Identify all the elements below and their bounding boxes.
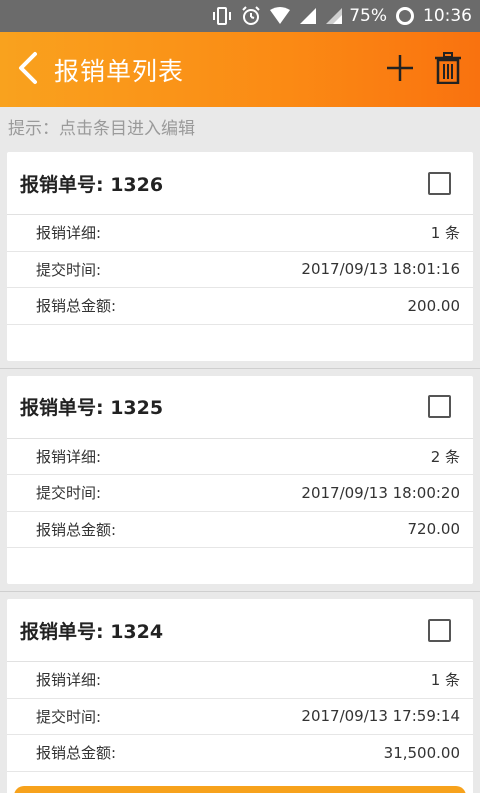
signal-2-icon [325, 7, 343, 25]
alarm-icon [241, 6, 261, 26]
detail-value: 1 条 [430, 224, 460, 243]
detail-label: 报销详细: [36, 224, 102, 243]
detail-label: 报销详细: [36, 447, 102, 466]
back-chevron-icon [17, 51, 39, 89]
divider [0, 584, 480, 592]
detail-row: 报销详细: 2 条 [7, 439, 473, 475]
time-row: 提交时间: 2017/09/13 17:59:14 [7, 699, 473, 735]
amount-row: 报销总金额: 200.00 [7, 288, 473, 325]
battery-ring-icon [395, 6, 415, 26]
trash-icon [434, 51, 462, 88]
card-header: 报销单号: 1325 [7, 376, 473, 439]
amount-label: 报销总金额: [36, 520, 117, 539]
wifi-icon [269, 7, 291, 25]
select-checkbox[interactable] [428, 395, 451, 418]
card-title: 报销单号: 1324 [20, 620, 164, 643]
amount-label: 报销总金额: [36, 297, 117, 316]
select-checkbox[interactable] [428, 618, 451, 642]
back-button[interactable] [2, 32, 54, 107]
amount-label: 报销总金额: [36, 744, 117, 763]
amount-value: 200.00 [407, 296, 461, 315]
detail-value: 2 条 [430, 447, 460, 466]
amount-value: 31,500.00 [383, 743, 460, 762]
card-header: 报销单号: 1326 [7, 152, 473, 215]
battery-percent: 75% [349, 6, 387, 26]
list-item[interactable]: 报销单号: 1326 报销详细: 1 条 提交时间: 2017/09/13 18… [7, 152, 473, 361]
list-item[interactable]: 报销单号: 1325 报销详细: 2 条 提交时间: 2017/09/13 18… [7, 375, 473, 584]
plus-icon [385, 53, 415, 87]
clock-time: 10:36 [423, 6, 472, 26]
detail-row: 报销详细: 1 条 [7, 662, 473, 699]
time-label: 提交时间: [36, 707, 102, 726]
time-row: 提交时间: 2017/09/13 18:01:16 [7, 252, 473, 288]
card-footer [7, 325, 473, 361]
vibrate-icon [211, 6, 233, 26]
divider [0, 361, 480, 369]
detail-row: 报销详细: 1 条 [7, 215, 473, 252]
card-header: 报销单号: 1324 [7, 599, 473, 662]
time-value: 2017/09/13 18:01:16 [301, 260, 460, 279]
bottom-action-button[interactable] [14, 786, 466, 793]
time-value: 2017/09/13 17:59:14 [301, 707, 460, 726]
list-item[interactable]: 报销单号: 1324 报销详细: 1 条 提交时间: 2017/09/13 17… [7, 599, 473, 793]
time-row: 提交时间: 2017/09/13 18:00:20 [7, 475, 473, 512]
time-value: 2017/09/13 18:00:20 [301, 483, 460, 502]
time-label: 提交时间: [36, 260, 102, 279]
detail-value: 1 条 [430, 671, 460, 690]
card-title: 报销单号: 1326 [20, 173, 164, 196]
time-label: 提交时间: [36, 484, 102, 503]
delete-button[interactable] [424, 32, 472, 107]
app-bar: 报销单列表 [0, 32, 480, 107]
amount-value: 720.00 [407, 520, 461, 539]
card-title: 报销单号: 1325 [20, 397, 164, 419]
card-footer [7, 548, 473, 584]
add-button[interactable] [376, 32, 424, 107]
amount-row: 报销总金额: 31,500.00 [7, 735, 473, 772]
status-bar: 75% 10:36 [0, 0, 480, 32]
signal-icon [299, 7, 317, 25]
page-title: 报销单列表 [54, 56, 185, 86]
expense-list: 报销单号: 1326 报销详细: 1 条 提交时间: 2017/09/13 18… [0, 145, 480, 793]
amount-row: 报销总金额: 720.00 [7, 512, 473, 548]
select-checkbox[interactable] [428, 171, 451, 195]
hint-text: 提示：点击条目进入编辑 [0, 107, 480, 145]
detail-label: 报销详细: [36, 671, 102, 690]
